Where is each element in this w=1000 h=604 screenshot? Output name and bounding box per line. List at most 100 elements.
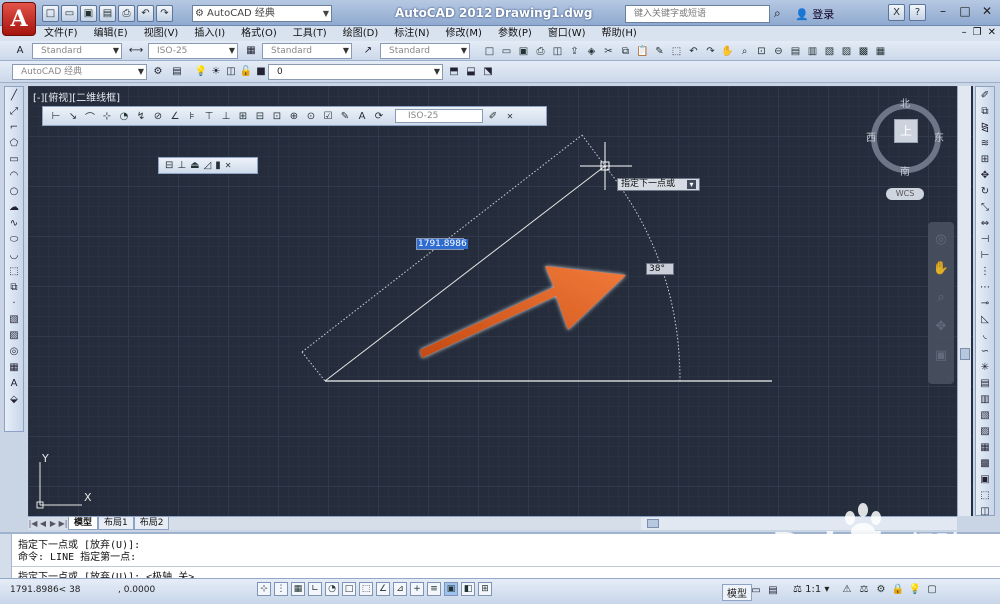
- mirror-icon[interactable]: ⧎: [978, 121, 992, 135]
- erase-icon[interactable]: ✐: [978, 89, 992, 103]
- quick-view-drawings-icon[interactable]: ▤: [765, 583, 781, 599]
- circle-icon[interactable]: ○: [7, 185, 21, 199]
- zoom-icon[interactable]: ⌕: [937, 290, 944, 305]
- menu-view[interactable]: 视图(V): [144, 26, 179, 41]
- blend-curves-icon[interactable]: ∽: [978, 345, 992, 359]
- line-icon[interactable]: ╱: [7, 89, 21, 103]
- pan-icon[interactable]: ✋: [720, 43, 735, 58]
- first-tab-icon[interactable]: |◀: [28, 519, 38, 528]
- images-icon[interactable]: ◫: [978, 505, 992, 519]
- publish-icon[interactable]: ⇪: [567, 43, 582, 58]
- multileader-style-icon[interactable]: ↗: [360, 43, 376, 59]
- bar-icon[interactable]: ▮: [215, 160, 221, 171]
- tolerance-icon[interactable]: ⊡: [270, 111, 284, 122]
- tab-model[interactable]: 模型: [68, 517, 99, 530]
- sign-in-link[interactable]: 👤 登录: [795, 6, 834, 22]
- plot-icon[interactable]: ⎙: [533, 43, 548, 58]
- ruler-icon[interactable]: ⊟: [165, 160, 173, 171]
- spline-icon[interactable]: ∿: [7, 217, 21, 231]
- block-editor-icon[interactable]: ⬚: [669, 43, 684, 58]
- 3d-print-icon[interactable]: ◈: [584, 43, 599, 58]
- clean-screen-icon[interactable]: ▢: [925, 583, 939, 597]
- layer-previous-icon[interactable]: ⬓: [463, 64, 479, 80]
- minimize-button[interactable]: –: [932, 3, 954, 22]
- multiline-text-icon[interactable]: A: [7, 377, 21, 391]
- workspace-combo[interactable]: AutoCAD 经典 ▼: [12, 64, 147, 80]
- qp-toggle[interactable]: ◧: [461, 582, 475, 596]
- extend-icon[interactable]: ⊢: [978, 249, 992, 263]
- lock-icon[interactable]: 🔒: [891, 583, 905, 597]
- paste-icon[interactable]: 📋: [635, 43, 650, 58]
- workspace-settings-icon[interactable]: ⚙: [150, 64, 166, 80]
- new-icon[interactable]: □: [482, 43, 497, 58]
- table-style-icon[interactable]: ▦: [243, 43, 259, 59]
- zoom-window-icon[interactable]: ⊡: [754, 43, 769, 58]
- redo-icon[interactable]: ↷: [156, 4, 173, 22]
- center-mark-icon[interactable]: ⊕: [287, 111, 301, 122]
- layer-on-icon[interactable]: 💡: [193, 64, 209, 80]
- ellipse-arc-icon[interactable]: ◡: [7, 249, 21, 263]
- dyn-toggle[interactable]: +: [410, 582, 424, 596]
- new-file-icon[interactable]: □: [42, 4, 59, 22]
- pan-icon[interactable]: ✋: [933, 261, 949, 276]
- lwt-toggle[interactable]: ≡: [427, 582, 441, 596]
- menu-dimension[interactable]: 标注(N): [394, 26, 429, 41]
- tool-palettes-icon[interactable]: ▧: [822, 43, 837, 58]
- wedge-icon[interactable]: ◿: [204, 160, 212, 171]
- angle-input[interactable]: 38°: [646, 263, 674, 275]
- layers-icon[interactable]: ▨: [978, 425, 992, 439]
- diameter-icon[interactable]: ⊘: [151, 111, 165, 122]
- polar-toggle[interactable]: ◔: [325, 582, 339, 596]
- cut-icon[interactable]: ✂: [601, 43, 616, 58]
- exchange-icon[interactable]: X: [888, 4, 905, 21]
- save-icon[interactable]: ▣: [80, 4, 97, 22]
- auto-scale-icon[interactable]: ⚖: [857, 583, 871, 597]
- dim-space-icon[interactable]: ⊞: [236, 111, 250, 122]
- horizontal-scrollbar[interactable]: [641, 516, 957, 530]
- rotate-icon[interactable]: ↻: [978, 185, 992, 199]
- break-at-point-icon[interactable]: ⋮: [978, 265, 992, 279]
- application-menu-button[interactable]: A: [2, 2, 36, 36]
- tool-palettes-icon[interactable]: ▧: [978, 409, 992, 423]
- viewcube-top-face[interactable]: 上: [894, 119, 918, 143]
- layer-freeze-viewport-icon[interactable]: ◫: [223, 64, 239, 80]
- dim-style-select[interactable]: ISO-25 ▼: [148, 43, 238, 59]
- otrack-toggle[interactable]: ∠: [376, 582, 390, 596]
- stamp-icon[interactable]: ⏏: [190, 160, 199, 171]
- array-icon[interactable]: ⊞: [978, 153, 992, 167]
- copy-icon[interactable]: ⧉: [618, 43, 633, 58]
- scrollbar-thumb[interactable]: [960, 348, 970, 360]
- next-tab-icon[interactable]: ▶: [48, 519, 58, 528]
- insert-block-icon[interactable]: ⬚: [7, 265, 21, 279]
- jogged-icon[interactable]: ↯: [134, 111, 148, 122]
- print-icon[interactable]: ⎙: [118, 4, 135, 22]
- compass-north[interactable]: 北: [900, 95, 910, 110]
- jogged-linear-icon[interactable]: ☑: [321, 111, 335, 122]
- text-style-icon[interactable]: A: [12, 43, 28, 59]
- move-icon[interactable]: ✥: [978, 169, 992, 183]
- polygon-icon[interactable]: ⬠: [7, 137, 21, 151]
- sheet-set-icon[interactable]: ▣: [978, 473, 992, 487]
- arc-length-icon[interactable]: ⌒: [83, 109, 97, 124]
- menu-format[interactable]: 格式(O): [241, 26, 277, 41]
- open-file-icon[interactable]: ▭: [61, 4, 78, 22]
- chamfer-icon[interactable]: ◺: [978, 313, 992, 327]
- doc-close-button[interactable]: ✕: [988, 26, 996, 40]
- quick-calc-icon[interactable]: ▦: [978, 441, 992, 455]
- ducs-toggle[interactable]: ⊿: [393, 582, 407, 596]
- hscrollbar-thumb[interactable]: [647, 519, 659, 528]
- region-icon[interactable]: ◎: [7, 345, 21, 359]
- help-icon[interactable]: ?: [909, 4, 926, 21]
- angular-icon[interactable]: ∠: [168, 111, 182, 122]
- dim-style-manager-icon[interactable]: ✐: [486, 111, 500, 122]
- layer-select[interactable]: 0 ▼: [268, 64, 443, 80]
- isolate-objects-icon[interactable]: 💡: [908, 583, 922, 597]
- inspection-icon[interactable]: ⊙: [304, 111, 318, 122]
- menu-help[interactable]: 帮助(H): [602, 26, 637, 41]
- sheet-set-icon[interactable]: ▨: [839, 43, 854, 58]
- 3d-osnap-toggle[interactable]: ⬚: [359, 582, 373, 596]
- search-input[interactable]: 键入关键字或短语: [625, 5, 770, 23]
- dim-toolbar-style-select[interactable]: ISO-25: [395, 109, 483, 123]
- calculator-icon[interactable]: ▦: [873, 43, 888, 58]
- compass-west[interactable]: 西: [866, 129, 876, 144]
